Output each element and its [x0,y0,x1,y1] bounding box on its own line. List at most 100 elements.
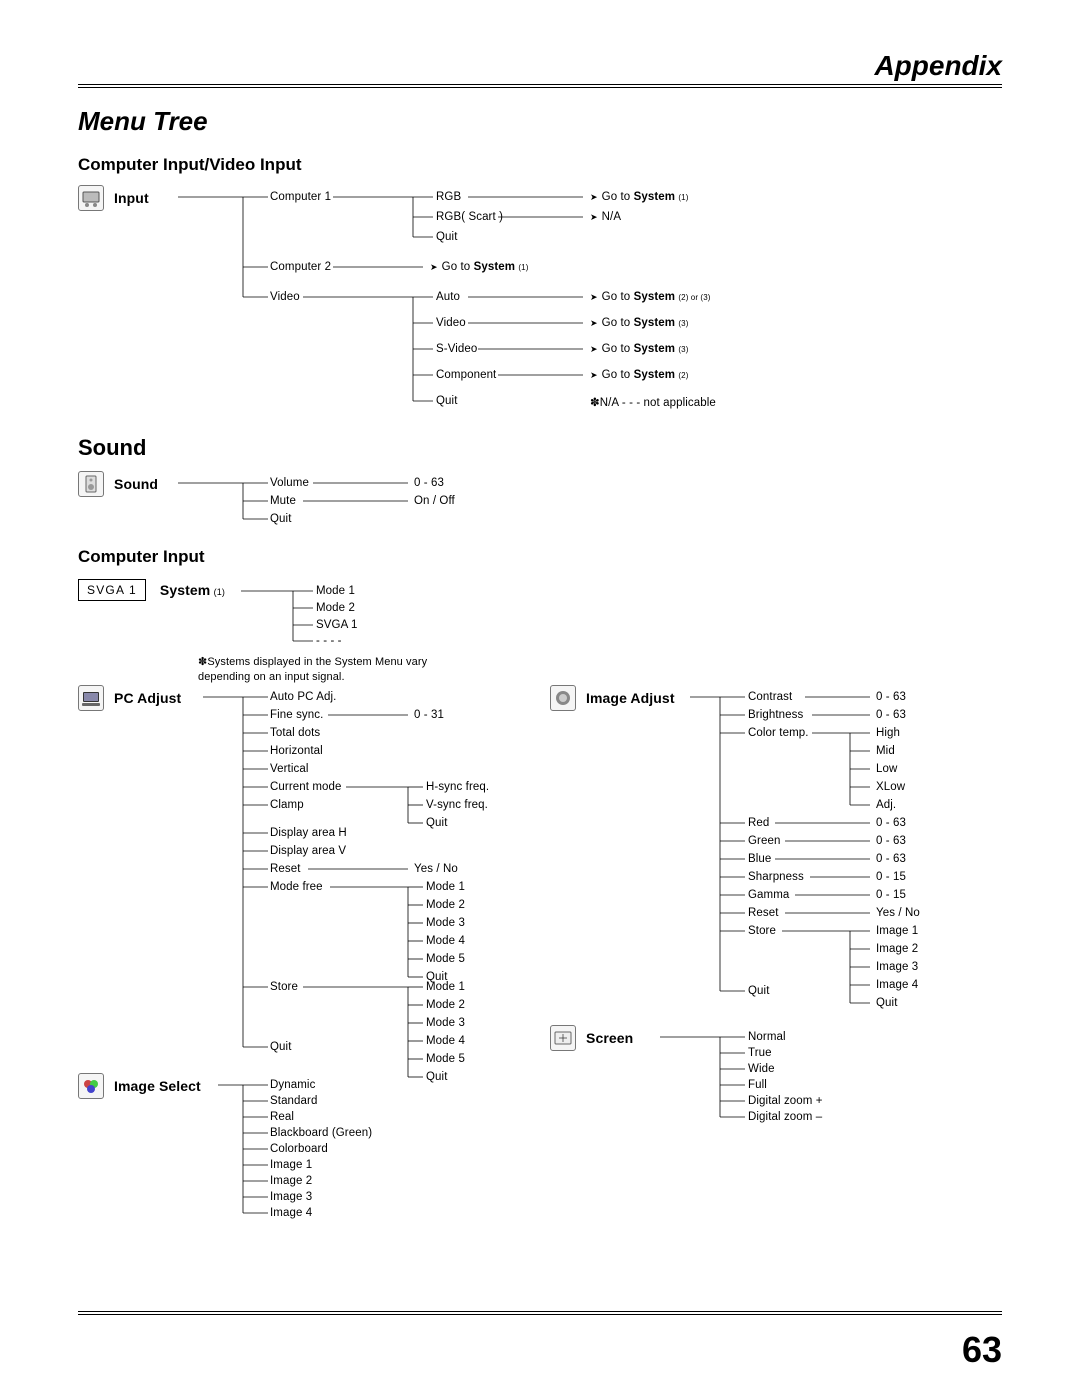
n: Dynamic [270,1079,315,1091]
na-note: ✽N/A - - - not applicable [590,395,716,409]
node-mode2: Mode 2 [316,602,355,614]
n: Mode 4 [426,1035,465,1047]
screen-icon [550,1025,576,1051]
node-dashes: - - - - [316,635,342,647]
rule [78,1311,1002,1312]
n: 0 - 15 [876,889,906,901]
system-label: System [160,582,210,598]
n: Mode 2 [426,999,465,1011]
n: Image 3 [270,1191,312,1203]
node-computer1: Computer 1 [270,191,331,203]
n: XLow [876,781,905,793]
goto-system-23: Go to System (2) or (3) [590,291,711,303]
n: Quit [876,997,898,1009]
n: Digital zoom – [748,1111,822,1123]
n: Mode 3 [426,917,465,929]
n: Fine sync. [270,709,323,721]
node-component: Component [436,369,496,381]
section-heading-sound: Sound [78,435,1002,461]
n: Blue [748,853,771,865]
svga-box: SVGA 1 [78,579,146,601]
goto-system-3b: Go to System (3) [590,343,688,355]
n: Green [748,835,780,847]
tree-lines [78,185,998,417]
n: Reset [748,907,779,919]
n: Store [270,981,298,993]
node-rgb: RGB [436,191,461,203]
n: Quit [426,1071,448,1083]
goto-system-2: Go to System (2) [590,369,688,381]
node-quit2: Quit [436,395,458,407]
n: Color temp. [748,727,809,739]
tree-lines [550,685,1010,1215]
n: High [876,727,900,739]
section-heading-input: Computer Input/Video Input [78,155,1002,175]
image-select-label: Image Select [114,1078,201,1094]
n: V-sync freq. [426,799,488,811]
n: Display area V [270,845,346,857]
n: 0 - 63 [876,817,906,829]
page-number: 63 [962,1329,1002,1371]
rule [78,84,1002,85]
n: Blackboard (Green) [270,1127,372,1139]
rule [78,87,1002,88]
n: Standard [270,1095,317,1107]
n: Reset [270,863,301,875]
n: Image 1 [876,925,918,937]
node-quit: Quit [436,231,458,243]
node-svga1: SVGA 1 [316,619,358,631]
n: Image 2 [270,1175,312,1187]
n: 0 - 15 [876,871,906,883]
n: Clamp [270,799,304,811]
node-computer2: Computer 2 [270,261,331,273]
n: Auto PC Adj. [270,691,336,703]
n: 0 - 63 [876,835,906,847]
n: Image 4 [270,1207,312,1219]
n: Image 4 [876,979,918,991]
n: Display area H [270,827,347,839]
n: Wide [748,1063,775,1075]
n: Mid [876,745,895,757]
input-icon [78,185,104,211]
n: 0 - 63 [876,853,906,865]
n: Vertical [270,763,309,775]
node-vol-range: 0 - 63 [414,477,444,489]
sound-root-label: Sound [114,476,158,492]
node-volume: Volume [270,477,309,489]
goto-system-3a: Go to System (3) [590,317,688,329]
node-na: N/A [590,211,621,223]
section-heading-computer-input: Computer Input [78,547,1002,567]
n: Real [270,1111,294,1123]
n: 0 - 63 [876,691,906,703]
n: Low [876,763,897,775]
n: Sharpness [748,871,804,883]
page-title: Menu Tree [78,106,1002,137]
node-vvideo: Video [436,317,466,329]
goto-system-1: Go to System (1) [590,191,688,203]
n: Yes / No [414,863,458,875]
n: H-sync freq. [426,781,489,793]
n: Store [748,925,776,937]
node-video: Video [270,291,300,303]
n: Normal [748,1031,786,1043]
n: Red [748,817,769,829]
n: Digital zoom + [748,1095,823,1107]
image-select-icon [78,1073,104,1099]
n: Quit [426,817,448,829]
n: Colorboard [270,1143,328,1155]
n: Total dots [270,727,320,739]
n: Mode 2 [426,899,465,911]
input-root-label: Input [114,190,149,206]
n: Mode 1 [426,981,465,993]
n: Adj. [876,799,896,811]
n: Contrast [748,691,792,703]
node-mute: Mute [270,495,296,507]
n: Quit [748,985,770,997]
node-mute-range: On / Off [414,495,455,507]
goto-system-1b: Go to System (1) [430,261,528,273]
pc-adjust-label: PC Adjust [114,690,181,706]
n: Horizontal [270,745,323,757]
screen-label: Screen [586,1030,633,1046]
node-auto: Auto [436,291,460,303]
image-adjust-icon [550,685,576,711]
